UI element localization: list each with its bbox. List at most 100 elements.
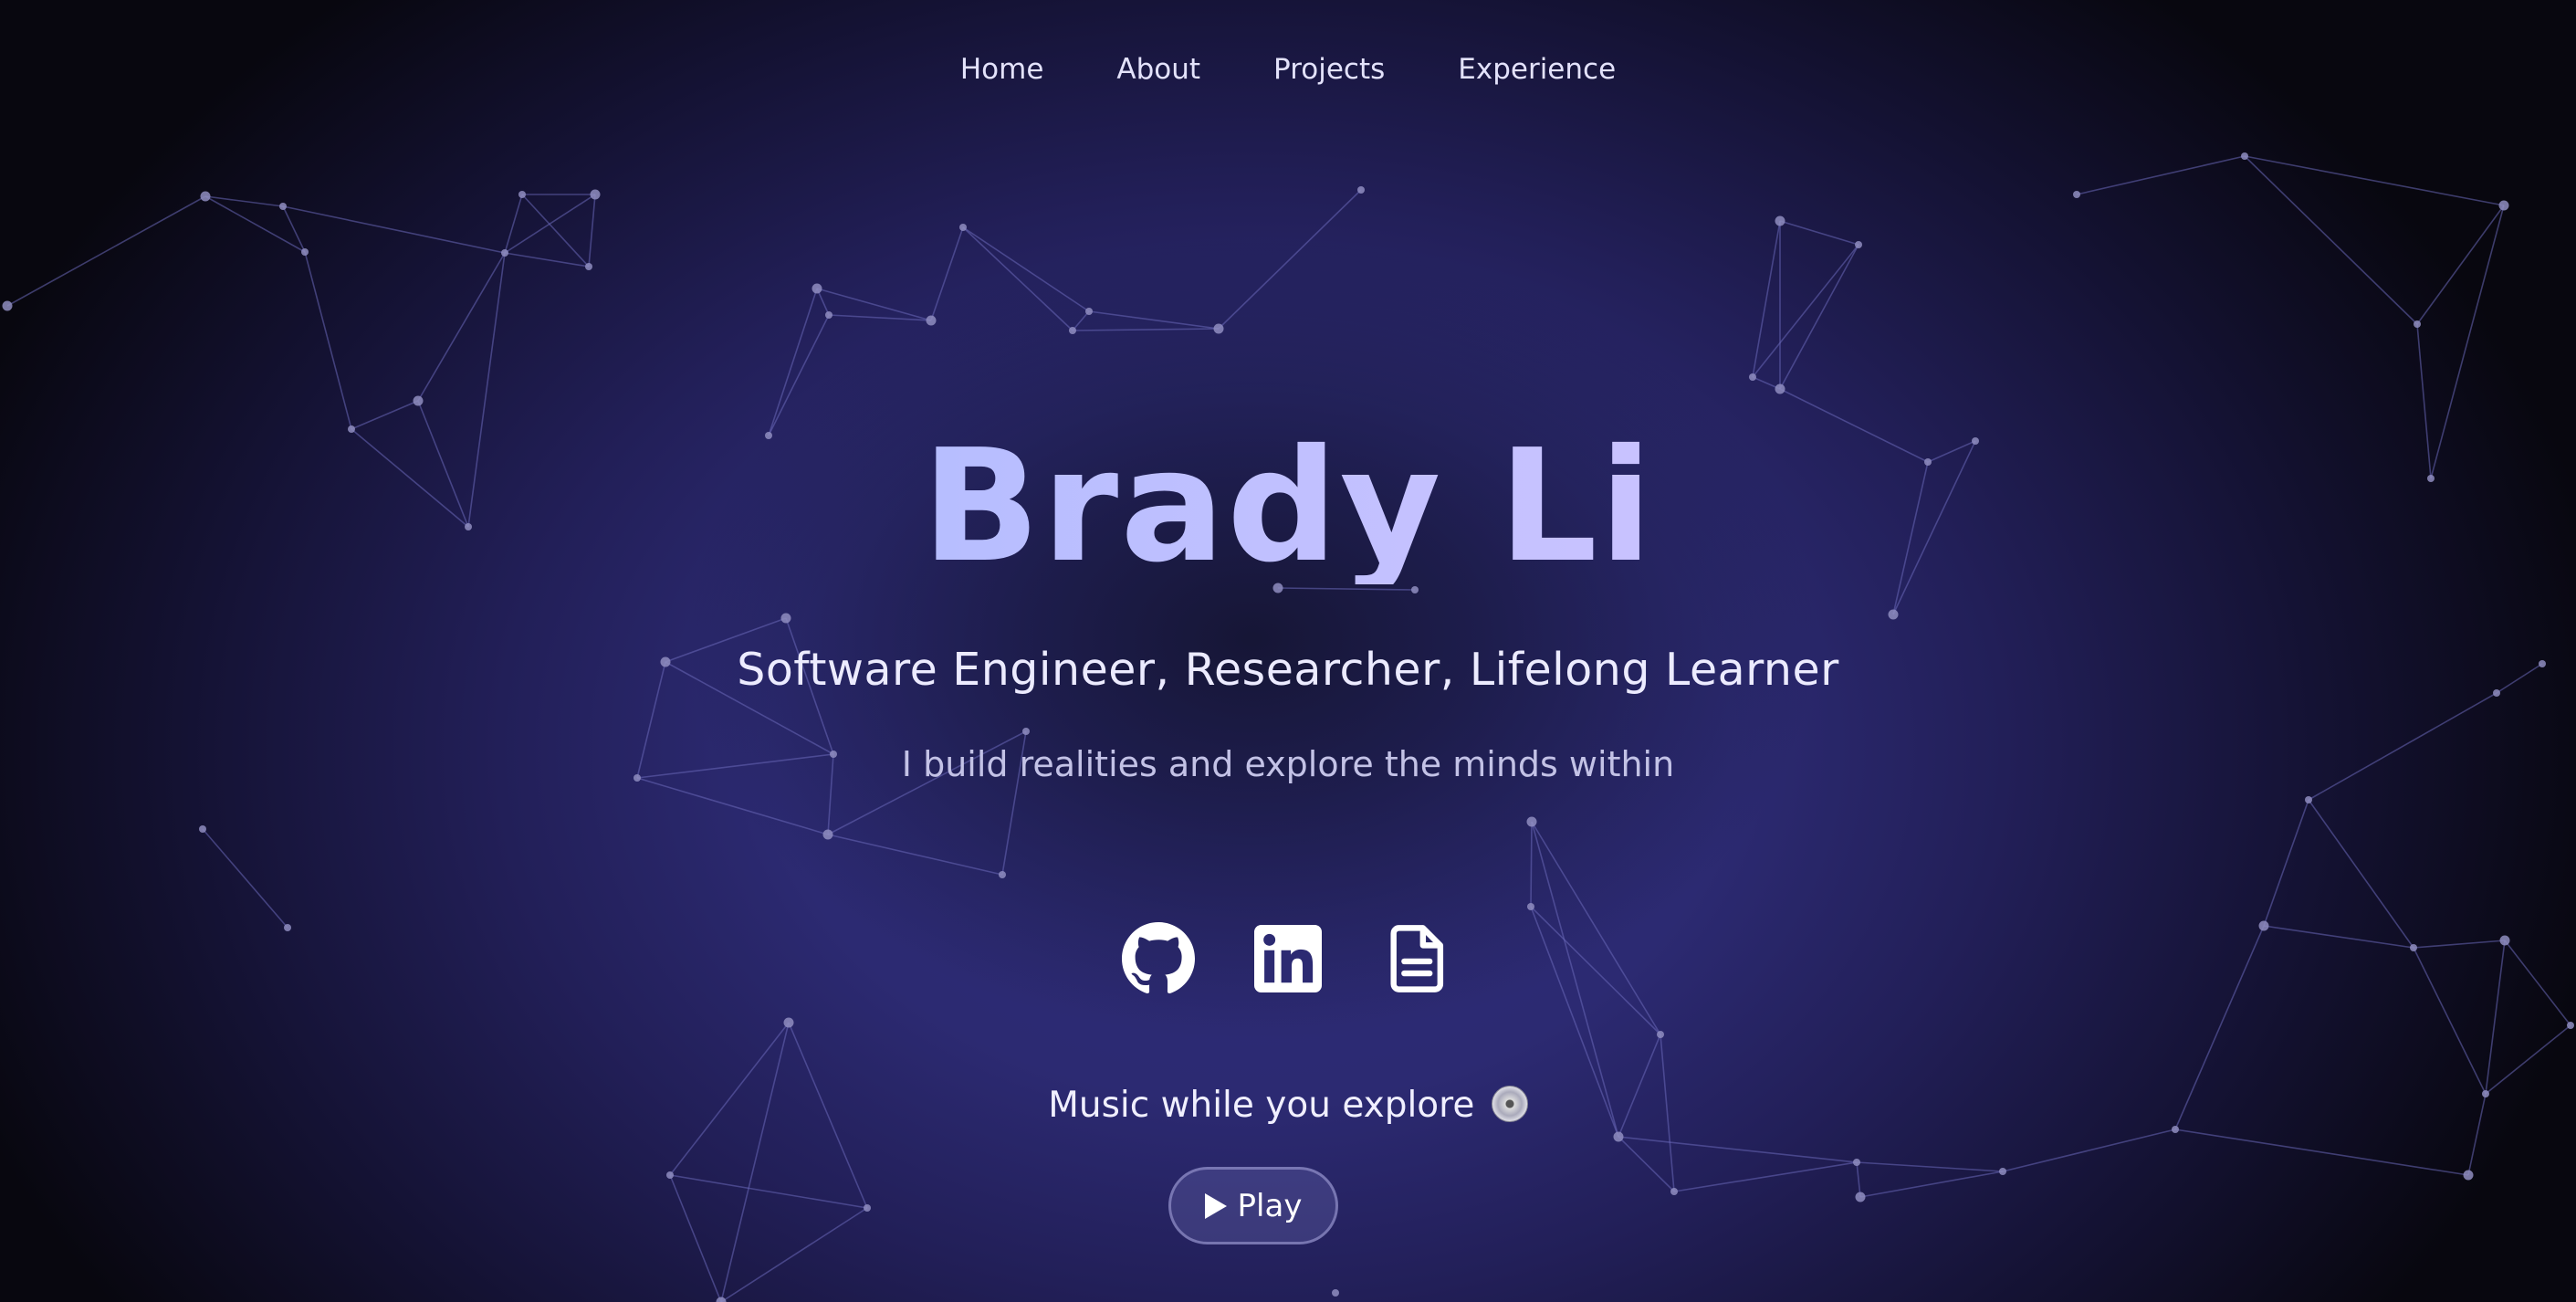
network-link	[669, 1174, 722, 1302]
network-node	[1888, 609, 1899, 620]
network-node	[1999, 1168, 2006, 1175]
network-node	[2567, 1022, 2574, 1029]
hero-tagline: I build realities and explore the minds …	[901, 744, 1675, 784]
play-button[interactable]: Play	[1168, 1167, 1338, 1244]
network-link	[6, 195, 206, 307]
network-link	[351, 400, 419, 430]
network-link	[962, 226, 1073, 331]
network-link	[1859, 1171, 2004, 1198]
network-node	[2241, 152, 2248, 160]
network-node	[2463, 1170, 2474, 1181]
network-link	[2416, 205, 2505, 325]
network-link	[1072, 328, 1220, 331]
music-label-text: Music while you explore	[1048, 1085, 1475, 1126]
network-node	[2, 300, 13, 311]
network-node	[666, 1171, 674, 1179]
network-link	[768, 314, 830, 436]
network-node	[1332, 1289, 1339, 1297]
network-node	[716, 1297, 727, 1302]
github-icon	[1122, 922, 1195, 994]
network-node	[1527, 903, 1534, 910]
network-node	[590, 189, 601, 200]
network-node	[1749, 373, 1756, 381]
network-node	[926, 315, 937, 326]
network-node	[413, 395, 424, 406]
network-link	[204, 195, 284, 207]
network-node	[2414, 320, 2421, 328]
network-node	[1085, 308, 1093, 315]
network-link	[1856, 1161, 1861, 1198]
network-link	[2002, 1129, 2176, 1172]
network-link	[1752, 220, 1781, 378]
hero-name: Brady Li	[0, 429, 2576, 584]
network-link	[417, 252, 506, 402]
network-node	[1613, 1131, 1624, 1142]
linkedin-link[interactable]	[1251, 922, 1325, 995]
network-link	[1779, 244, 1859, 390]
network-link	[1218, 189, 1362, 330]
network-node	[1657, 1031, 1664, 1038]
play-button-label: Play	[1237, 1187, 1303, 1224]
top-nav: Home About Projects Experience	[0, 53, 2576, 86]
network-node	[812, 283, 822, 294]
network-node	[501, 249, 508, 257]
document-icon	[1390, 925, 1444, 992]
network-node	[780, 613, 791, 624]
resume-link[interactable]	[1381, 922, 1454, 995]
github-link[interactable]	[1122, 922, 1195, 995]
nav-about-link[interactable]: About	[1116, 53, 1200, 86]
nav-projects-link[interactable]: Projects	[1273, 53, 1385, 86]
network-node	[200, 191, 211, 202]
network-node	[2305, 796, 2312, 803]
network-node	[1069, 327, 1076, 334]
network-link	[282, 205, 506, 254]
network-link	[1072, 310, 1090, 331]
network-link	[1856, 1161, 2004, 1172]
hero-subtitle: Software Engineer, Researcher, Lifelong …	[737, 644, 1839, 696]
network-link	[720, 1022, 790, 1302]
network-link	[2244, 155, 2505, 206]
network-link	[304, 251, 352, 430]
network-node	[783, 1017, 794, 1028]
network-link	[202, 828, 288, 929]
network-link	[962, 226, 1090, 312]
play-icon	[1204, 1192, 1227, 1219]
hero-page: Home About Projects Experience Brady Li …	[0, 0, 2576, 1302]
network-link	[827, 834, 1003, 876]
disc-icon	[1491, 1086, 1528, 1122]
network-node	[1775, 215, 1785, 226]
network-node	[2073, 191, 2080, 198]
network-node	[864, 1204, 871, 1212]
network-node	[1853, 1159, 1860, 1166]
network-link	[1673, 1161, 1858, 1192]
network-node	[999, 871, 1006, 878]
nav-experience-link[interactable]: Experience	[1458, 53, 1616, 86]
network-node	[822, 829, 833, 840]
network-link	[1618, 1136, 1675, 1192]
network-link	[720, 1207, 868, 1302]
network-node	[585, 263, 592, 270]
network-link	[588, 194, 596, 268]
music-label: Music while you explore	[0, 1085, 2576, 1126]
network-link	[669, 1174, 868, 1209]
network-node	[1022, 728, 1030, 735]
network-node	[1855, 241, 1862, 248]
network-node	[199, 825, 206, 833]
network-link	[504, 252, 590, 268]
network-link	[930, 226, 964, 321]
network-link	[768, 288, 818, 436]
network-link	[1088, 310, 1220, 330]
network-link	[2485, 1024, 2571, 1095]
network-link	[2263, 799, 2309, 927]
network-node	[2498, 200, 2509, 211]
network-node	[2172, 1126, 2179, 1133]
network-link	[2174, 1129, 2469, 1176]
nav-home-link[interactable]: Home	[960, 53, 1044, 86]
network-node	[1526, 816, 1537, 827]
network-node	[825, 311, 832, 319]
network-node	[1670, 1188, 1678, 1195]
network-node	[1855, 1192, 1866, 1202]
network-link	[204, 195, 306, 253]
social-links	[0, 922, 2576, 995]
network-link	[1530, 821, 1533, 908]
